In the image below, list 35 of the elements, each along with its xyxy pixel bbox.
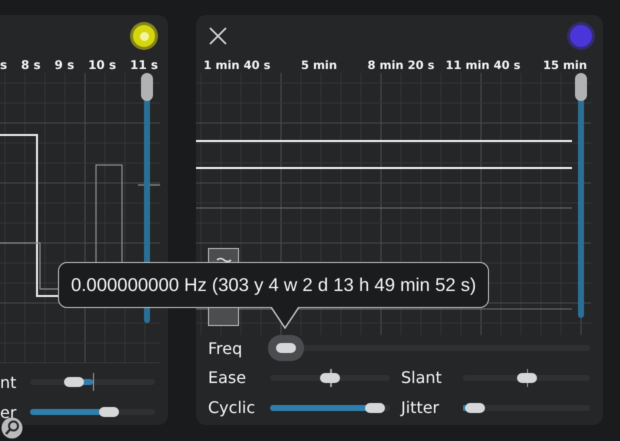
- search-icon[interactable]: [1, 417, 23, 439]
- control-label: Ease: [208, 367, 248, 389]
- tooltip-pointer: [270, 306, 300, 328]
- slider-thumb[interactable]: [365, 403, 385, 413]
- color-dot[interactable]: [570, 25, 592, 47]
- time-tick: 10 s: [88, 58, 116, 72]
- time-tick: 1 min 40 s: [202, 58, 272, 72]
- time-tick: 5 min: [300, 58, 338, 72]
- slider-thumb[interactable]: [320, 373, 340, 383]
- color-dot[interactable]: [133, 25, 155, 47]
- time-tick: 15 min: [542, 58, 588, 72]
- slider-thumb[interactable]: [575, 73, 587, 101]
- control-label: Slant: [400, 367, 443, 389]
- control-label: er: [0, 402, 18, 422]
- slider-thumb[interactable]: [99, 407, 120, 417]
- time-tick: 8 min 20 s: [366, 58, 436, 72]
- slider-track[interactable]: [30, 373, 155, 391]
- slider-thumb[interactable]: [141, 73, 153, 101]
- vertical-slider[interactable]: [575, 73, 587, 318]
- time-tick: 9 s: [54, 58, 74, 72]
- time-tick: 11 min 40 s: [444, 58, 522, 72]
- close-icon[interactable]: [208, 26, 228, 46]
- control-label: Cyclic: [208, 397, 256, 419]
- control-label: nt: [0, 372, 18, 392]
- slider-thumb[interactable]: [516, 373, 536, 383]
- time-tick: 8 s: [21, 58, 41, 72]
- slider-thumb[interactable]: [276, 343, 296, 353]
- slider-track[interactable]: [463, 369, 590, 387]
- slider-thumb[interactable]: [64, 377, 84, 387]
- control-label: Jitter: [399, 397, 440, 419]
- time-tick: 11 s: [130, 58, 158, 72]
- control-label: Freq: [208, 338, 244, 358]
- slider-track[interactable]: [270, 369, 390, 387]
- slider-thumb[interactable]: [465, 403, 486, 413]
- time-tick: s: [0, 58, 8, 72]
